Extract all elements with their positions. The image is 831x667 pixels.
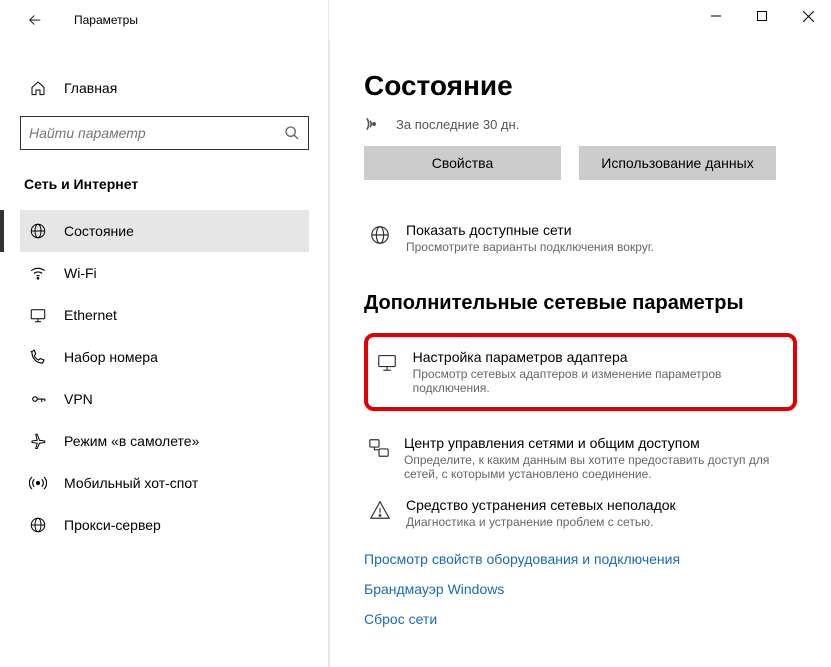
available-networks-link[interactable]: Показать доступные сети Просмотрите вари… [364, 214, 797, 262]
globe-icon [368, 224, 392, 246]
search-input[interactable] [29, 125, 284, 141]
nav-item-hotspot[interactable]: Мобильный хот-спот [20, 462, 309, 504]
nav-item-ethernet[interactable]: Ethernet [20, 294, 309, 336]
nav-item-vpn[interactable]: VPN [20, 378, 309, 420]
close-button[interactable] [785, 0, 831, 32]
nav-item-globe[interactable]: Состояние [20, 210, 309, 252]
adapter-icon [376, 351, 399, 373]
data-usage-button[interactable]: Использование данных [579, 146, 776, 180]
dialup-icon [28, 348, 48, 366]
nav-list: Состояние Wi-Fi Ethernet Набор номера VPN Реж… [20, 210, 309, 546]
sidebar: Главная Сеть и Интернет Состояние Wi-Fi Et… [0, 40, 330, 667]
troubleshoot-link[interactable]: Средство устранения сетевых неполадок Ди… [364, 489, 797, 537]
properties-button[interactable]: Свойства [364, 146, 561, 180]
maximize-button[interactable] [739, 0, 785, 32]
nav-item-airplane[interactable]: Режим «в самолете» [20, 420, 309, 462]
signal-icon [364, 116, 384, 132]
hardware-properties-link[interactable]: Просмотр свойств оборудования и подключе… [364, 551, 797, 567]
page-title: Состояние [364, 70, 797, 102]
adapter-title: Настройка параметров адаптера [413, 349, 779, 365]
nav-item-label: Режим «в самолете» [64, 433, 199, 449]
troubleshoot-title: Средство устранения сетевых неполадок [406, 497, 676, 513]
main-pane: Состояние За последние 30 дн. Свойства И… [330, 40, 831, 667]
minimize-button[interactable] [693, 0, 739, 32]
nav-item-dialup[interactable]: Набор номера [20, 336, 309, 378]
titlebar: Параметры [0, 0, 831, 40]
back-button[interactable] [20, 5, 50, 35]
ethernet-icon [28, 306, 48, 324]
adapter-settings-link[interactable]: Настройка параметров адаптера Просмотр с… [372, 347, 783, 397]
advanced-section-title: Дополнительные сетевые параметры [364, 292, 797, 315]
window-title: Параметры [74, 13, 138, 27]
troubleshoot-desc: Диагностика и устранение проблем с сетью… [406, 515, 676, 529]
home-link[interactable]: Главная [20, 72, 309, 104]
firewall-link[interactable]: Брандмауэр Windows [364, 581, 797, 597]
nav-item-label: Прокси-сервер [64, 517, 161, 533]
nav-item-proxy[interactable]: Прокси-сервер [20, 504, 309, 546]
sharing-center-link[interactable]: Центр управления сетями и общим доступом… [364, 427, 797, 489]
nav-item-wifi[interactable]: Wi-Fi [20, 252, 309, 294]
search-icon [284, 125, 300, 141]
nav-item-label: VPN [64, 391, 93, 407]
nav-item-label: Набор номера [64, 349, 158, 365]
nav-item-label: Мобильный хот-спот [64, 475, 198, 491]
search-box[interactable] [20, 116, 309, 150]
hotspot-icon [28, 474, 48, 492]
sharing-icon [368, 437, 390, 459]
sharing-title: Центр управления сетями и общим доступом [404, 435, 793, 451]
home-label: Главная [64, 80, 117, 96]
category-title: Сеть и Интернет [24, 176, 309, 192]
nav-item-label: Ethernet [64, 307, 117, 323]
window-controls [693, 0, 831, 32]
network-reset-link[interactable]: Сброс сети [364, 611, 797, 627]
vpn-icon [28, 390, 48, 408]
sharing-desc: Определите, к каким данным вы хотите пре… [404, 453, 793, 481]
adapter-highlight: Настройка параметров адаптера Просмотр с… [364, 333, 797, 411]
globe-icon [28, 222, 48, 240]
button-row: Свойства Использование данных [364, 146, 797, 180]
available-networks-desc: Просмотрите варианты подключения вокруг. [406, 240, 654, 254]
nav-item-label: Wi-Fi [64, 265, 97, 281]
home-icon [28, 80, 48, 96]
available-networks-title: Показать доступные сети [406, 222, 654, 238]
period-text: За последние 30 дн. [396, 117, 519, 132]
proxy-icon [28, 516, 48, 534]
troubleshoot-icon [368, 499, 392, 521]
period-row: За последние 30 дн. [364, 116, 797, 132]
wifi-icon [28, 264, 48, 282]
adapter-desc: Просмотр сетевых адаптеров и изменение п… [413, 367, 779, 395]
airplane-icon [28, 432, 48, 450]
nav-item-label: Состояние [64, 223, 134, 239]
